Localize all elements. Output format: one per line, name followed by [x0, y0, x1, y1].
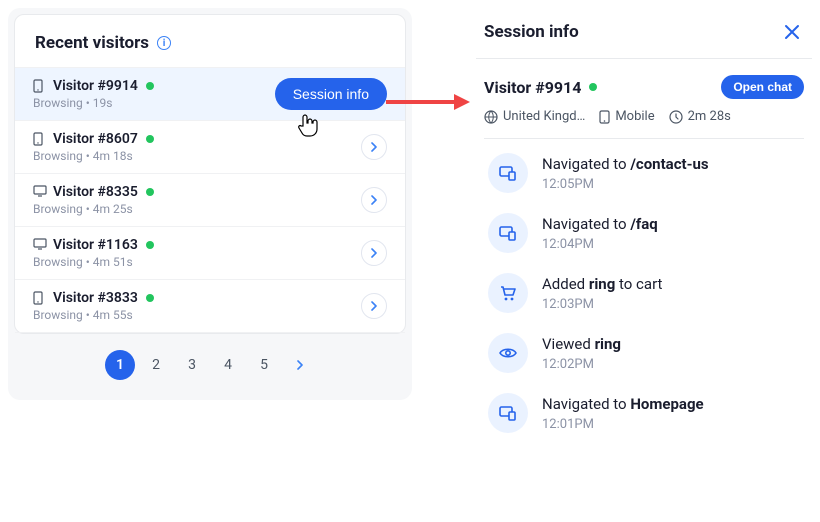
card-header: Recent visitors i [15, 15, 405, 68]
visitor-row[interactable]: Visitor #1163 Browsing • 4m 51s [15, 227, 405, 280]
open-chat-button[interactable]: Open chat [721, 75, 804, 99]
device-label: Mobile [615, 109, 654, 124]
visitor-row-content: Visitor #9914 Browsing • 19s [33, 78, 154, 110]
visitor-status: Browsing • 4m 18s [33, 149, 154, 163]
visitor-status: Browsing • 4m 51s [33, 255, 154, 269]
desktop-icon [33, 185, 45, 199]
status-online-dot [589, 83, 597, 91]
page-2[interactable]: 2 [141, 350, 171, 380]
visitor-row-top: Visitor #8335 [33, 184, 154, 200]
navigate-icon [488, 393, 528, 433]
timeline-item: Navigated to /faq 12:04PM [488, 213, 804, 273]
visitor-status: Browsing • 4m 25s [33, 202, 154, 216]
visitor-row-top: Visitor #3833 [33, 290, 154, 306]
expand-row-button[interactable] [361, 187, 387, 213]
visitor-row[interactable]: Visitor #9914 Browsing • 19s Session info [15, 68, 405, 121]
visitor-name: Visitor #1163 [53, 237, 138, 253]
close-icon[interactable] [780, 20, 804, 44]
expand-row-button[interactable] [361, 293, 387, 319]
mobile-icon [33, 132, 45, 146]
duration-label: 2m 28s [688, 109, 731, 124]
visitor-row-top: Visitor #1163 [33, 237, 154, 253]
navigate-icon [488, 213, 528, 253]
expand-row-button[interactable] [361, 240, 387, 266]
visitor-row-top: Visitor #9914 [33, 78, 154, 94]
recent-visitors-panel: Recent visitors i Visitor #9914 Browsing … [8, 8, 412, 400]
timeline-time: 12:03PM [542, 297, 662, 312]
navigate-icon [488, 153, 528, 193]
timeline-item: Navigated to Homepage 12:01PM [488, 393, 804, 453]
page-1[interactable]: 1 [105, 350, 135, 380]
mobile-icon [599, 110, 610, 124]
status-online-dot [146, 82, 154, 90]
expand-row-button[interactable] [361, 134, 387, 160]
visitor-name: Visitor #8607 [53, 131, 138, 147]
timeline-text: Navigated to /contact-us [542, 155, 709, 173]
recent-visitors-card: Recent visitors i Visitor #9914 Browsing … [14, 14, 406, 334]
visitor-status: Browsing • 19s [33, 96, 154, 110]
card-title: Recent visitors [35, 33, 149, 53]
visitor-name: Visitor #8335 [53, 184, 138, 200]
visitor-status: Browsing • 4m 55s [33, 308, 154, 322]
visitor-row-content: Visitor #3833 Browsing • 4m 55s [33, 290, 154, 322]
pagination: 12345 [8, 334, 412, 384]
timeline-text: Navigated to Homepage [542, 395, 704, 413]
visitor-row-content: Visitor #1163 Browsing • 4m 51s [33, 237, 154, 269]
session-meta: United Kingd… Mobile 2m 28s [484, 109, 804, 139]
cart-icon [488, 273, 528, 313]
desktop-icon [33, 238, 45, 252]
timeline-time: 12:02PM [542, 357, 621, 372]
meta-duration: 2m 28s [669, 109, 731, 124]
timeline-item: Navigated to /contact-us 12:05PM [488, 153, 804, 213]
timeline-text: Added ring to cart [542, 275, 662, 293]
timeline-item: Viewed ring 12:02PM [488, 333, 804, 393]
visitor-row[interactable]: Visitor #3833 Browsing • 4m 55s [15, 280, 405, 333]
visitor-name: Visitor #9914 [53, 78, 138, 94]
clock-icon [669, 110, 683, 124]
meta-device: Mobile [599, 109, 654, 124]
session-info-panel: Session info Visitor #9914 Open chat Uni… [476, 8, 812, 453]
visitor-list: Visitor #9914Browsing • 19sSession infoV… [15, 68, 405, 333]
session-info-title: Session info [484, 22, 579, 42]
status-online-dot [146, 135, 154, 143]
visitor-row-top: Visitor #8607 [33, 131, 154, 147]
timeline-text: Navigated to /faq [542, 215, 658, 233]
timeline-time: 12:05PM [542, 177, 709, 192]
timeline-time: 12:01PM [542, 417, 704, 432]
timeline-text: Viewed ring [542, 335, 621, 353]
meta-country: United Kingd… [484, 109, 585, 124]
next-page-button[interactable] [285, 350, 315, 380]
visitor-row-content: Visitor #8607 Browsing • 4m 18s [33, 131, 154, 163]
timeline-body: Added ring to cart 12:03PM [542, 273, 662, 313]
page-4[interactable]: 4 [213, 350, 243, 380]
timeline-body: Navigated to /contact-us 12:05PM [542, 153, 709, 193]
visitor-row-content: Visitor #8335 Browsing • 4m 25s [33, 184, 154, 216]
timeline-body: Viewed ring 12:02PM [542, 333, 621, 373]
timeline-time: 12:04PM [542, 237, 658, 252]
page-3[interactable]: 3 [177, 350, 207, 380]
info-icon[interactable]: i [157, 36, 171, 50]
page-5[interactable]: 5 [249, 350, 279, 380]
session-info-button[interactable]: Session info [275, 78, 387, 110]
status-online-dot [146, 241, 154, 249]
visitor-name: Visitor #9914 [484, 78, 581, 97]
session-timeline: Navigated to /contact-us12:05PMNavigated… [484, 139, 804, 453]
status-online-dot [146, 294, 154, 302]
visitor-name: Visitor #3833 [53, 290, 138, 306]
timeline-item: Added ring to cart 12:03PM [488, 273, 804, 333]
session-info-header: Session info [476, 8, 812, 59]
country-label: United Kingd… [503, 109, 585, 124]
status-online-dot [146, 188, 154, 196]
visitor-name-row: Visitor #9914 [484, 78, 597, 97]
globe-icon [484, 110, 498, 124]
eye-icon [488, 333, 528, 373]
detail-top: Visitor #9914 Open chat [484, 75, 804, 99]
timeline-body: Navigated to /faq 12:04PM [542, 213, 658, 253]
timeline-body: Navigated to Homepage 12:01PM [542, 393, 704, 433]
session-detail: Visitor #9914 Open chat United Kingd… Mo… [476, 59, 812, 453]
mobile-icon [33, 79, 45, 93]
mobile-icon [33, 291, 45, 305]
visitor-row[interactable]: Visitor #8607 Browsing • 4m 18s [15, 121, 405, 174]
visitor-row[interactable]: Visitor #8335 Browsing • 4m 25s [15, 174, 405, 227]
